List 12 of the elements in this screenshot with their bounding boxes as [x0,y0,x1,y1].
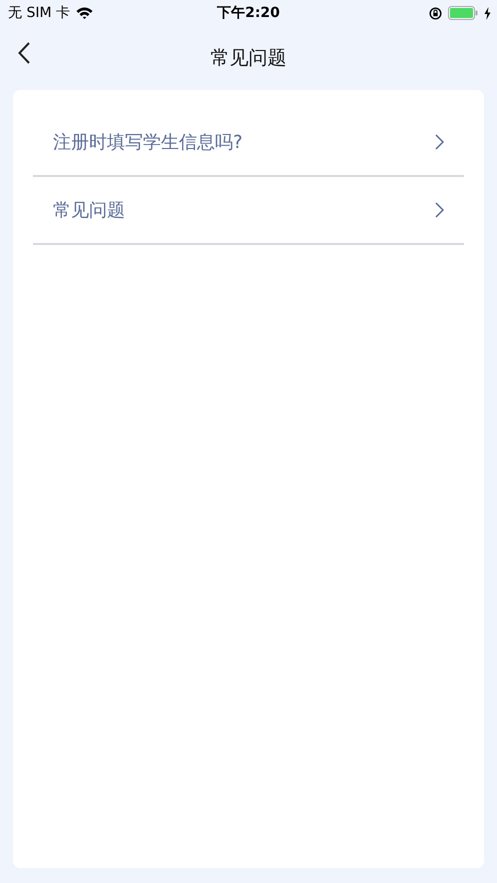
rotation-lock-icon [429,6,442,20]
faq-item[interactable]: 常见问题 [33,177,464,245]
page-title: 常见问题 [210,46,286,71]
chevron-icon [435,202,444,218]
chevron-icon [435,134,444,150]
charging-icon [484,6,491,20]
faq-item[interactable]: 注册时填写学生信息吗? [33,109,464,177]
wifi-icon [76,7,93,19]
clock-text: 下午2:20 [217,4,280,22]
battery-icon [448,6,478,20]
back-icon[interactable] [18,42,30,64]
carrier-text: 无 SIM 卡 [8,4,70,22]
